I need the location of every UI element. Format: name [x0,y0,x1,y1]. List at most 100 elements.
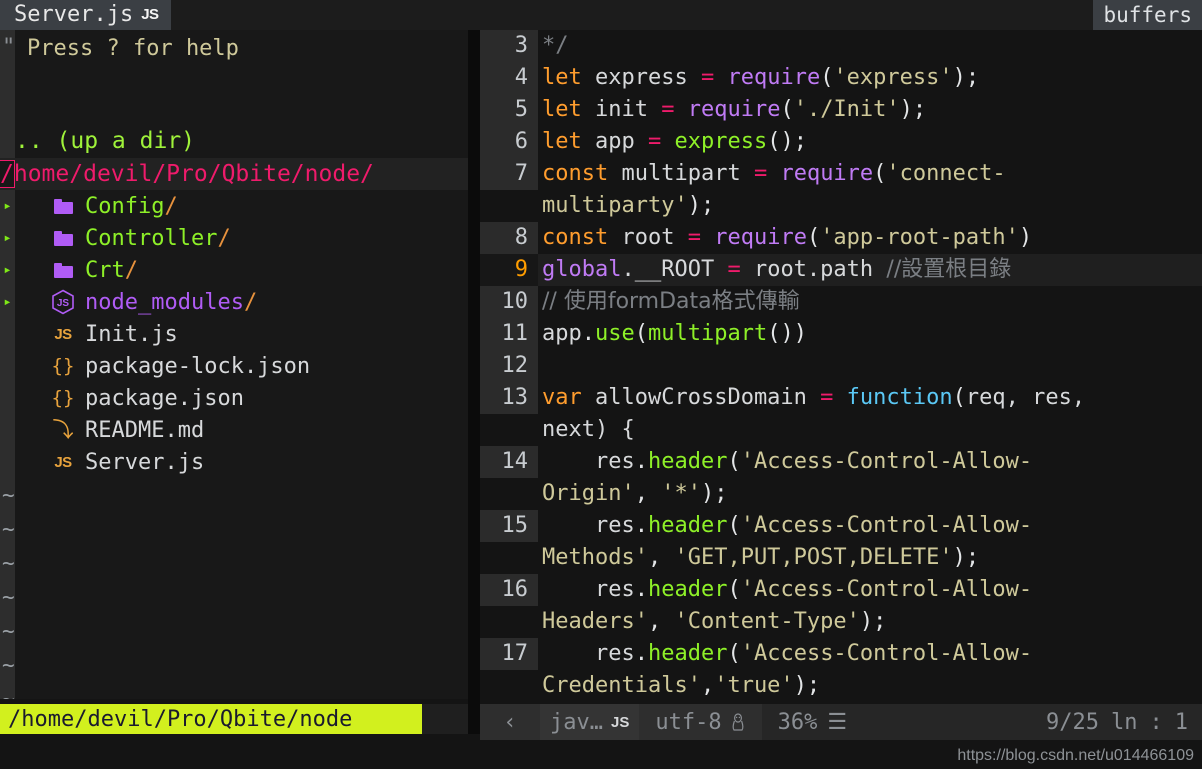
code-token-operator: = [727,257,741,282]
ln-label: ln [1111,709,1138,735]
expander-triangle-icon[interactable]: ▸ [0,286,15,318]
scroll-percent-label: 36% [777,709,818,735]
tab-server-js[interactable]: Server.js JS [0,0,171,30]
line-number: 6 [480,126,538,158]
tree-item-controller[interactable]: ▸ Controller/ [0,222,468,254]
code-line: 6 let app = express(); [480,126,1202,158]
code-token-string: Origin' [542,481,635,506]
code-line: 10 // 使用formData格式傳輸 [480,286,1202,318]
tab-bar: Server.js JS buffers [0,0,1202,30]
nodejs-hex-icon: JS [47,286,79,318]
code-token-identifier: app [542,321,582,346]
tree-root-path-label: home/devil/Pro/Qbite/node/ [13,161,374,187]
expander-triangle-icon[interactable]: ▸ [0,222,15,254]
code-token-identifier: init [595,97,648,122]
js-file-icon: JS [610,713,630,731]
code-token-function: header [647,449,728,474]
status-encoding[interactable]: utf-8 [639,704,762,740]
code-line: 7 const multipart = require('connect-mul… [480,158,1202,222]
tree-item-label: Controller/ [85,225,231,251]
expander-placeholder: · [0,446,15,478]
line-number: 14 [480,446,538,478]
json-file-icon: {} [51,355,75,377]
code-token-identifier: express [595,65,688,90]
folder-icon [47,254,79,286]
watermark: https://blog.csdn.net/u014466109 [957,747,1194,764]
code-token-function: use [595,321,635,346]
tree-root-path[interactable]: / home/devil/Pro/Qbite/node/ [0,158,468,190]
code-token-string: './Init' [793,97,900,122]
tree-item-node-modules[interactable]: ▸ JS node_modules/ [0,286,468,318]
nerdtree-sidebar[interactable]: " Press ? for help .. (up a dir) / home/d… [0,30,468,699]
tilde-marker: ~ [2,687,15,699]
tree-item-list: ▸ Config/ ▸ Controller/ ▸ Crt/ ▸ JS node… [0,190,468,478]
expander-placeholder: · [0,318,15,350]
tree-item-label: Server.js [85,449,205,475]
line-number: 17 [480,638,538,670]
chevron-left-icon: ‹ [503,709,517,735]
tree-item-init-js[interactable]: · JS Init.js [0,318,468,350]
code-token-string: 'Access-Control-Allow- [740,449,1033,474]
tree-help-text: Press ? for help [27,35,239,61]
tilde-marker: ~ [2,585,15,609]
tree-item-label: Init.js [85,321,178,347]
tree-item-package-lock-json[interactable]: · {} package-lock.json [0,350,468,382]
tree-item-label: Crt/ [85,257,138,283]
code-token-string: Headers' [542,609,648,634]
code-editor-pane[interactable]: 3 */ 4 let express = require('express');… [480,30,1202,704]
tree-item-config[interactable]: ▸ Config/ [0,190,468,222]
line-position-label: 9/25 [1046,709,1099,735]
buffers-label: buffers [1103,3,1192,27]
expander-placeholder: · [0,414,15,446]
folder-icon [47,222,79,254]
status-cursor-position: 9/25 ln : 1 [1046,710,1202,735]
code-token-function: multipart [648,321,768,346]
expander-triangle-icon[interactable]: ▸ [0,190,15,222]
code-token-string: Methods' [542,545,648,570]
js-file-icon: JS [54,325,72,343]
status-bar: ‹ jav… JS utf-8 36% ☰ 9/25 ln : 1 [480,704,1202,740]
code-token-function: header [647,513,728,538]
folder-icon [47,190,79,222]
line-number: 15 [480,510,538,542]
code-token-identifier: multipart [621,161,741,186]
buffers-tab[interactable]: buffers [1093,0,1202,30]
code-token-operator: = [753,161,768,186]
code-token-identifier: res [594,641,635,666]
tree-item-crt[interactable]: ▸ Crt/ [0,254,468,286]
cursor-block: / [0,160,15,188]
code-line: 14 res.header('Access-Control-Allow- Orig… [480,446,1202,510]
code-token-comment: */ [542,33,569,58]
line-number: 11 [480,318,538,350]
code-token-keyword: var [542,385,582,410]
tree-up-a-dir[interactable]: .. (up a dir) [0,124,468,158]
linux-penguin-icon [732,713,744,731]
code-token-keyword: const [542,161,609,186]
line-number-current: 9 [480,254,538,286]
pane-divider [468,30,480,734]
code-token-identifier: allowCrossDomain [595,385,807,410]
code-token-comment: //設置根目錄 [886,257,1012,282]
expander-triangle-icon[interactable]: ▸ [0,254,15,286]
filetype-label: jav… [550,709,603,735]
tree-item-readme-md[interactable]: · ⤵ README.md [0,414,468,446]
code-token-keyword: let [542,65,582,90]
tree-item-server-js[interactable]: · JS Server.js [0,446,468,478]
line-number: 8 [480,222,538,254]
code-token-identifier: res [594,513,635,538]
status-filetype[interactable]: jav… JS [540,704,640,740]
tree-item-label: package-lock.json [85,353,311,379]
status-back-button[interactable]: ‹ [480,704,540,740]
code-line: 17 res.header('Access-Control-Allow- Cred… [480,638,1202,702]
line-number: 5 [480,94,538,126]
code-token-function: require [714,225,807,250]
code-token-string: 'GET,PUT,POST,DELETE' [674,545,953,570]
line-number: 13 [480,382,538,414]
code-token-function: header [647,577,728,602]
code-line: 8 const root = require('app-root-path') [480,222,1202,254]
tree-item-package-json[interactable]: · {} package.json [0,382,468,414]
code-token-string: Credentials' [542,673,701,698]
code-token-string: 'Content-Type' [674,609,860,634]
code-token-string: 'true' [714,673,794,698]
empty-line-markers: ~ ~ ~ ~ ~ ~ ~ ~ [0,478,468,699]
